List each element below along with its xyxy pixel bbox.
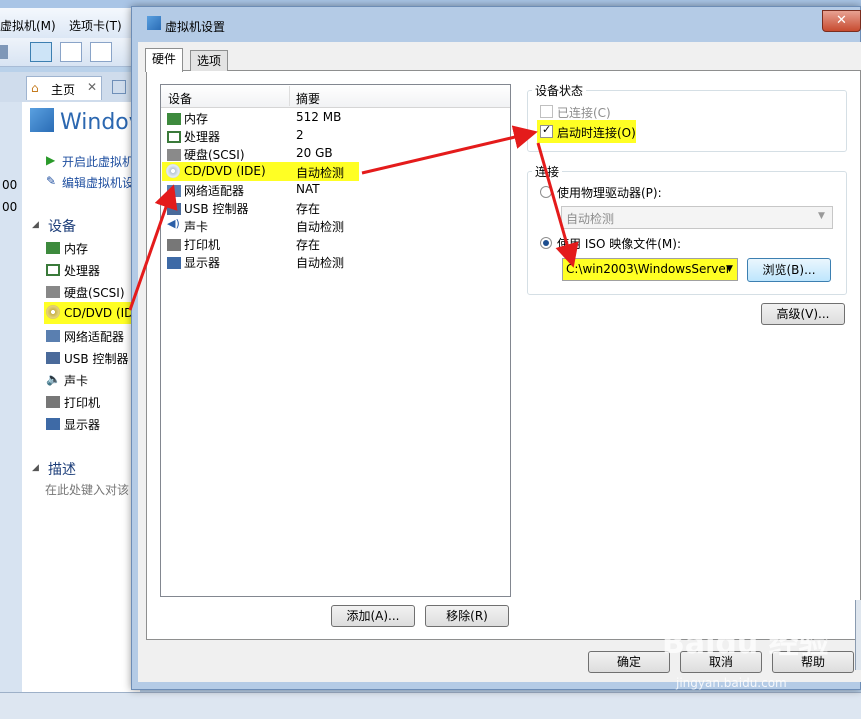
baidu-watermark-url: jingyan.baidu.com: [676, 676, 787, 690]
arrow-status-to-iso: [536, 142, 579, 268]
baidu-watermark-logo: Baidu 经验: [662, 626, 829, 661]
annotation-arrows: [128, 125, 579, 311]
arrow-list-to-status: [361, 125, 538, 175]
arrow-sidebar-to-list: [128, 184, 178, 311]
tab-hardware[interactable]: 硬件: [145, 48, 184, 72]
